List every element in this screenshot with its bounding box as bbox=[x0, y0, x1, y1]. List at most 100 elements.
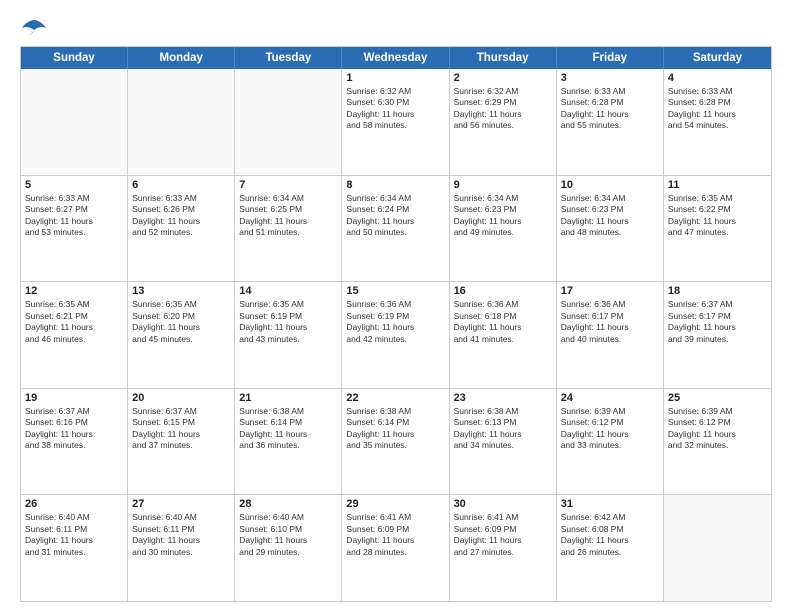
cell-info: Daylight: 11 hours bbox=[561, 216, 659, 227]
day-number: 4 bbox=[668, 72, 767, 84]
cell-info: Sunrise: 6:32 AM bbox=[346, 86, 444, 97]
cell-info: Daylight: 11 hours bbox=[454, 322, 552, 333]
cell-info: Sunrise: 6:34 AM bbox=[561, 193, 659, 204]
calendar-cell bbox=[235, 69, 342, 175]
cell-info: Daylight: 11 hours bbox=[239, 429, 337, 440]
cell-info: Sunset: 6:12 PM bbox=[668, 417, 767, 428]
cell-info: and 53 minutes. bbox=[25, 227, 123, 238]
calendar-cell: 4Sunrise: 6:33 AMSunset: 6:28 PMDaylight… bbox=[664, 69, 771, 175]
calendar-cell: 18Sunrise: 6:37 AMSunset: 6:17 PMDayligh… bbox=[664, 282, 771, 388]
logo bbox=[20, 18, 52, 38]
day-number: 24 bbox=[561, 392, 659, 404]
cell-info: Sunset: 6:27 PM bbox=[25, 204, 123, 215]
cell-info: Daylight: 11 hours bbox=[132, 429, 230, 440]
cell-info: Sunrise: 6:38 AM bbox=[346, 406, 444, 417]
cell-info: Daylight: 11 hours bbox=[561, 429, 659, 440]
cell-info: Daylight: 11 hours bbox=[346, 109, 444, 120]
weekday-header: Friday bbox=[557, 47, 664, 69]
cell-info: Sunrise: 6:38 AM bbox=[239, 406, 337, 417]
calendar-cell: 10Sunrise: 6:34 AMSunset: 6:23 PMDayligh… bbox=[557, 176, 664, 282]
calendar-cell bbox=[664, 495, 771, 601]
day-number: 28 bbox=[239, 498, 337, 510]
day-number: 21 bbox=[239, 392, 337, 404]
cell-info: Sunset: 6:26 PM bbox=[132, 204, 230, 215]
cell-info: Daylight: 11 hours bbox=[346, 322, 444, 333]
cell-info: and 55 minutes. bbox=[561, 120, 659, 131]
cell-info: Daylight: 11 hours bbox=[239, 216, 337, 227]
cell-info: Sunrise: 6:40 AM bbox=[239, 512, 337, 523]
cell-info: Sunset: 6:24 PM bbox=[346, 204, 444, 215]
cell-info: Sunrise: 6:33 AM bbox=[132, 193, 230, 204]
cell-info: Sunrise: 6:39 AM bbox=[561, 406, 659, 417]
calendar-cell: 28Sunrise: 6:40 AMSunset: 6:10 PMDayligh… bbox=[235, 495, 342, 601]
day-number: 7 bbox=[239, 179, 337, 191]
calendar-body: 1Sunrise: 6:32 AMSunset: 6:30 PMDaylight… bbox=[21, 69, 771, 601]
cell-info: Daylight: 11 hours bbox=[454, 109, 552, 120]
cell-info: Daylight: 11 hours bbox=[25, 216, 123, 227]
cell-info: Daylight: 11 hours bbox=[239, 535, 337, 546]
calendar-cell: 16Sunrise: 6:36 AMSunset: 6:18 PMDayligh… bbox=[450, 282, 557, 388]
cell-info: Daylight: 11 hours bbox=[346, 216, 444, 227]
calendar-cell: 13Sunrise: 6:35 AMSunset: 6:20 PMDayligh… bbox=[128, 282, 235, 388]
day-number: 15 bbox=[346, 285, 444, 297]
cell-info: and 27 minutes. bbox=[454, 547, 552, 558]
cell-info: and 33 minutes. bbox=[561, 440, 659, 451]
cell-info: Sunrise: 6:36 AM bbox=[454, 299, 552, 310]
calendar-cell: 2Sunrise: 6:32 AMSunset: 6:29 PMDaylight… bbox=[450, 69, 557, 175]
cell-info: Sunset: 6:08 PM bbox=[561, 524, 659, 535]
calendar-cell: 26Sunrise: 6:40 AMSunset: 6:11 PMDayligh… bbox=[21, 495, 128, 601]
day-number: 2 bbox=[454, 72, 552, 84]
cell-info: Daylight: 11 hours bbox=[346, 429, 444, 440]
day-number: 27 bbox=[132, 498, 230, 510]
cell-info: Sunrise: 6:35 AM bbox=[132, 299, 230, 310]
day-number: 3 bbox=[561, 72, 659, 84]
day-number: 25 bbox=[668, 392, 767, 404]
cell-info: and 51 minutes. bbox=[239, 227, 337, 238]
calendar-cell: 12Sunrise: 6:35 AMSunset: 6:21 PMDayligh… bbox=[21, 282, 128, 388]
cell-info: Sunset: 6:22 PM bbox=[668, 204, 767, 215]
cell-info: Sunrise: 6:32 AM bbox=[454, 86, 552, 97]
day-number: 23 bbox=[454, 392, 552, 404]
cell-info: Sunrise: 6:41 AM bbox=[454, 512, 552, 523]
cell-info: and 52 minutes. bbox=[132, 227, 230, 238]
cell-info: Daylight: 11 hours bbox=[668, 109, 767, 120]
cell-info: Daylight: 11 hours bbox=[132, 322, 230, 333]
cell-info: Sunrise: 6:33 AM bbox=[561, 86, 659, 97]
day-number: 19 bbox=[25, 392, 123, 404]
day-number: 10 bbox=[561, 179, 659, 191]
cell-info: and 35 minutes. bbox=[346, 440, 444, 451]
cell-info: Daylight: 11 hours bbox=[25, 535, 123, 546]
calendar-cell: 27Sunrise: 6:40 AMSunset: 6:11 PMDayligh… bbox=[128, 495, 235, 601]
cell-info: Sunrise: 6:34 AM bbox=[454, 193, 552, 204]
cell-info: Sunrise: 6:33 AM bbox=[668, 86, 767, 97]
cell-info: Sunrise: 6:36 AM bbox=[346, 299, 444, 310]
cell-info: Sunrise: 6:41 AM bbox=[346, 512, 444, 523]
cell-info: and 29 minutes. bbox=[239, 547, 337, 558]
cell-info: Sunset: 6:21 PM bbox=[25, 311, 123, 322]
calendar-header: SundayMondayTuesdayWednesdayThursdayFrid… bbox=[21, 47, 771, 69]
calendar-cell: 3Sunrise: 6:33 AMSunset: 6:28 PMDaylight… bbox=[557, 69, 664, 175]
cell-info: and 58 minutes. bbox=[346, 120, 444, 131]
cell-info: and 42 minutes. bbox=[346, 334, 444, 345]
cell-info: Sunset: 6:18 PM bbox=[454, 311, 552, 322]
calendar-cell: 6Sunrise: 6:33 AMSunset: 6:26 PMDaylight… bbox=[128, 176, 235, 282]
weekday-header: Sunday bbox=[21, 47, 128, 69]
calendar-cell: 17Sunrise: 6:36 AMSunset: 6:17 PMDayligh… bbox=[557, 282, 664, 388]
calendar-cell: 9Sunrise: 6:34 AMSunset: 6:23 PMDaylight… bbox=[450, 176, 557, 282]
day-number: 12 bbox=[25, 285, 123, 297]
cell-info: and 39 minutes. bbox=[668, 334, 767, 345]
cell-info: Daylight: 11 hours bbox=[25, 429, 123, 440]
calendar-row: 12 Sunrise: 6:35 AM Sunset: 6:21 PM Dayligh… bbox=[21, 282, 771, 389]
calendar-row: 1Sunrise: 6:32 AMSunset: 6:30 PMDaylight… bbox=[21, 69, 771, 176]
day-number: 8 bbox=[346, 179, 444, 191]
calendar-cell: 24Sunrise: 6:39 AMSunset: 6:12 PMDayligh… bbox=[557, 389, 664, 495]
cell-info: and 49 minutes. bbox=[454, 227, 552, 238]
cell-info: Daylight: 11 hours bbox=[132, 216, 230, 227]
day-number: 29 bbox=[346, 498, 444, 510]
cell-info: Sunrise: 6:34 AM bbox=[239, 193, 337, 204]
cell-info: and 45 minutes. bbox=[132, 334, 230, 345]
cell-info: Daylight: 11 hours bbox=[561, 535, 659, 546]
calendar-cell: 7Sunrise: 6:34 AMSunset: 6:25 PMDaylight… bbox=[235, 176, 342, 282]
cell-info: Sunset: 6:19 PM bbox=[239, 311, 337, 322]
cell-info: and 54 minutes. bbox=[668, 120, 767, 131]
